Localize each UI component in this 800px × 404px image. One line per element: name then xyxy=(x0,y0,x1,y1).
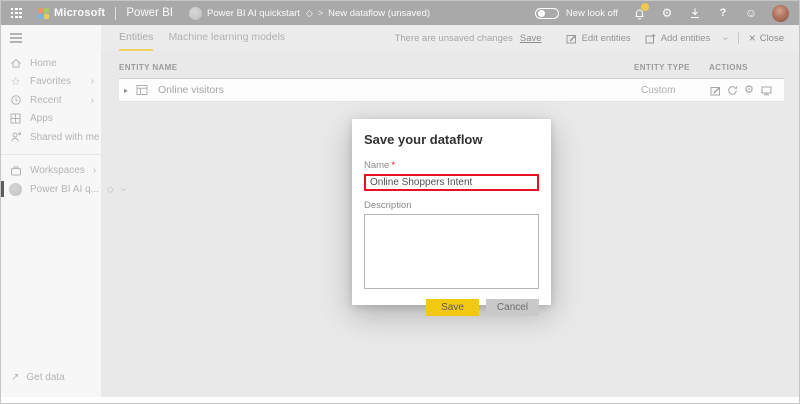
clock-icon xyxy=(9,94,22,106)
notifications-icon[interactable] xyxy=(632,6,646,20)
close-button[interactable]: × Close xyxy=(749,32,784,44)
chevron-right-icon[interactable]: › xyxy=(91,95,94,106)
entity-actions: ⚙ xyxy=(709,84,784,96)
sidebar-item-workspaces[interactable]: Workspaces › xyxy=(1,162,101,181)
properties-icon[interactable] xyxy=(760,84,772,96)
sidebar-item-current-workspace[interactable]: Power BI AI q... ◇ › xyxy=(1,180,101,199)
help-icon[interactable]: ? xyxy=(716,6,730,20)
sidebar-divider xyxy=(1,154,101,155)
sidebar-label: Shared with me xyxy=(30,132,99,143)
selected-indicator xyxy=(1,181,4,197)
premium-diamond-icon: ◇ xyxy=(306,8,313,19)
sidebar-label: Workspaces xyxy=(30,165,85,176)
table-row[interactable]: ▸ Online visitors Custom xyxy=(119,79,784,102)
person-icon xyxy=(9,131,22,143)
top-navigation-bar: Microsoft Power BI Power BI AI quickstar… xyxy=(1,1,799,25)
add-entities-label: Add entities xyxy=(661,33,711,44)
waffle-menu-icon[interactable] xyxy=(11,8,22,19)
dialog-title: Save your dataflow xyxy=(364,132,539,147)
save-dataflow-dialog: Save your dataflow Name* Description Sav… xyxy=(352,119,551,305)
notification-badge xyxy=(641,3,649,11)
get-data-label: Get data xyxy=(26,372,64,383)
expand-caret-icon[interactable]: ▸ xyxy=(124,86,128,95)
user-avatar[interactable] xyxy=(772,5,789,22)
edit-entities-button[interactable]: Edit entities xyxy=(566,33,631,44)
new-look-label: New look off xyxy=(566,8,618,19)
edit-entity-icon[interactable] xyxy=(709,84,721,96)
save-link[interactable]: Save xyxy=(520,33,542,44)
breadcrumb-workspace[interactable]: Power BI AI quickstart xyxy=(207,8,300,19)
sidebar-label: Recent xyxy=(30,95,62,106)
workspaces-icon xyxy=(9,165,22,177)
header-actions: ACTIONS xyxy=(709,63,784,72)
dialog-buttons: Save Cancel xyxy=(364,299,539,316)
scheduled-refresh-gear-icon[interactable]: ⚙ xyxy=(743,84,755,96)
description-field-label: Description xyxy=(364,200,539,211)
dataflow-name-input[interactable] xyxy=(364,174,539,191)
workspace-app-icon xyxy=(9,183,22,196)
microsoft-wordmark: Microsoft xyxy=(54,7,105,19)
edit-icon xyxy=(566,33,577,44)
sidebar-item-favorites[interactable]: ☆ Favorites › xyxy=(1,73,101,92)
chevron-right-icon[interactable]: › xyxy=(91,76,94,87)
description-textarea[interactable] xyxy=(364,214,539,289)
breadcrumb-separator: > xyxy=(318,8,323,18)
entity-type: Custom xyxy=(634,85,709,96)
microsoft-logo-icon xyxy=(38,8,49,19)
sidebar-label: Favorites xyxy=(30,76,71,87)
save-button[interactable]: Save xyxy=(426,299,479,316)
power-bi-app: Microsoft Power BI Power BI AI quickstar… xyxy=(0,0,800,404)
toolbar-right-actions: There are unsaved changes Save Edit enti… xyxy=(395,32,786,44)
sidebar-item-apps[interactable]: Apps xyxy=(1,110,101,129)
left-navigation-sidebar: Home ☆ Favorites › Recent › xyxy=(1,25,101,397)
arrow-up-right-icon: ↗ xyxy=(11,372,19,383)
dataflow-toolbar: Entities Machine learning models There a… xyxy=(101,25,799,51)
chevron-down-icon[interactable]: › xyxy=(122,184,125,195)
product-name: Power BI xyxy=(126,7,173,19)
get-data-button[interactable]: ↗ Get data xyxy=(1,372,101,397)
add-entity-icon xyxy=(645,33,656,44)
tab-entities[interactable]: Entities xyxy=(119,25,153,51)
chevron-right-icon[interactable]: › xyxy=(93,165,96,176)
sidebar-label: Apps xyxy=(30,113,53,124)
entity-table-icon xyxy=(136,84,148,96)
premium-diamond-icon: ◇ xyxy=(107,184,114,195)
toolbar-divider xyxy=(738,32,739,44)
header-entity-type: ENTITY TYPE xyxy=(634,63,709,72)
breadcrumb-page: New dataflow (unsaved) xyxy=(328,8,430,19)
close-label: Close xyxy=(760,33,784,44)
add-entities-dropdown-chevron[interactable]: › xyxy=(724,33,727,44)
workspace-avatar-icon xyxy=(189,7,202,20)
settings-gear-icon[interactable]: ⚙ xyxy=(660,6,674,20)
home-icon xyxy=(9,57,22,69)
edit-entities-label: Edit entities xyxy=(582,33,631,44)
entity-name: Online visitors xyxy=(158,84,224,96)
refresh-icon[interactable] xyxy=(726,84,738,96)
cancel-button[interactable]: Cancel xyxy=(486,299,539,316)
new-look-toggle[interactable] xyxy=(535,8,559,19)
hamburger-menu-icon[interactable] xyxy=(10,33,22,45)
download-icon[interactable] xyxy=(688,6,702,20)
unsaved-changes-text: There are unsaved changes xyxy=(395,33,513,44)
sidebar-label: Power BI AI q... xyxy=(30,184,99,195)
sidebar-item-shared-with-me[interactable]: Shared with me xyxy=(1,128,101,147)
sidebar-item-home[interactable]: Home xyxy=(1,54,101,73)
entities-table-header: ENTITY NAME ENTITY TYPE ACTIONS xyxy=(119,63,784,79)
apps-grid-icon xyxy=(9,113,22,124)
header-entity-name: ENTITY NAME xyxy=(119,63,634,72)
tab-machine-learning-models[interactable]: Machine learning models xyxy=(168,25,285,51)
bottom-strip xyxy=(1,397,799,403)
star-icon: ☆ xyxy=(9,75,22,88)
feedback-smiley-icon[interactable]: ☺ xyxy=(744,6,758,20)
breadcrumb: Power BI AI quickstart ◇ > New dataflow … xyxy=(189,7,430,20)
topbar-actions: New look off ⚙ ? ☺ xyxy=(535,5,789,22)
sidebar-label: Home xyxy=(30,58,57,69)
add-entities-button[interactable]: Add entities xyxy=(645,33,711,44)
sidebar-item-recent[interactable]: Recent › xyxy=(1,91,101,110)
name-field-label: Name* xyxy=(364,160,539,171)
required-asterisk: * xyxy=(391,160,395,171)
close-icon: × xyxy=(749,32,756,44)
topbar-divider xyxy=(115,7,116,20)
